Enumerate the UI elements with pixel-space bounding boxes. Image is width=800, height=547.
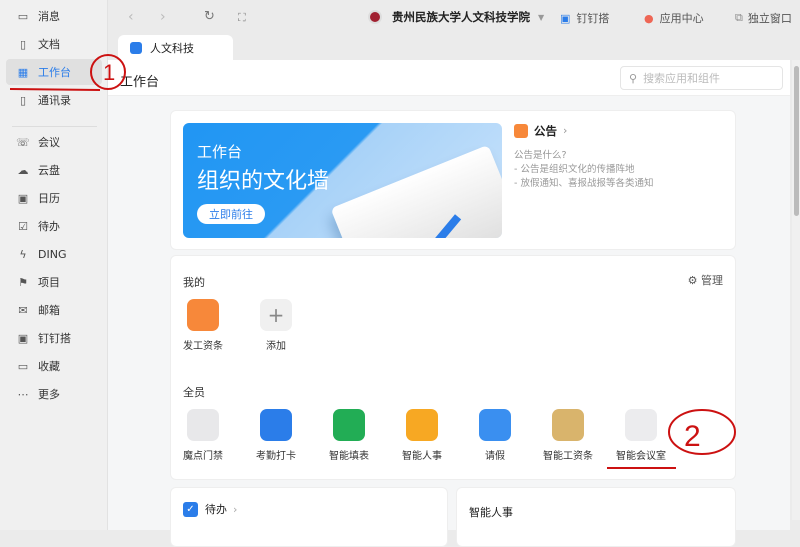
app-icon (187, 299, 219, 331)
todo-card: ✓ 待办 › (170, 487, 448, 547)
app-center-icon: ● (644, 11, 654, 25)
app-icon (260, 409, 292, 441)
page-title: 工作台 (120, 75, 160, 90)
sidebar-item-13[interactable]: ⋯ 更多 (6, 381, 102, 407)
app-all-3[interactable]: 智能人事 (382, 409, 462, 462)
sidebar-item-8[interactable]: ϟ DING (6, 241, 102, 267)
todo-header[interactable]: ✓ 待办 › (183, 501, 237, 517)
app-all-6[interactable]: 智能会议室 (601, 409, 681, 462)
app-icon (479, 409, 511, 441)
manage-button[interactable]: ⚙ 管理 (688, 272, 723, 288)
search-icon: ⚲ (629, 71, 638, 85)
back-icon[interactable]: ‹ (128, 9, 134, 25)
sidebar-item-7[interactable]: ☑ 待办 (6, 213, 102, 239)
document-icon: ▯ (19, 37, 27, 51)
sidebar-item-2[interactable]: ▦ 工作台 (6, 59, 102, 85)
sidebar-item-11[interactable]: ▣ 钉钉搭 (6, 325, 102, 351)
app-icon (552, 409, 584, 441)
top-bar: ‹ › ↻ ⛶ 贵州民族大学人文科技学院 ▼ ▣ 钉钉搭 ● 应用中心 ⧉ 独立窗口 (108, 0, 800, 35)
grid-icon: ▦ (17, 65, 29, 79)
app-icon (625, 409, 657, 441)
app-icon (406, 409, 438, 441)
megaphone-icon (514, 124, 528, 138)
dingda-link[interactable]: ▣ 钉钉搭 (560, 10, 609, 26)
culture-banner[interactable]: 工作台 组织的文化墙 立即前往 (183, 123, 502, 238)
calendar-icon: ▣ (17, 191, 29, 205)
plus-icon: + (260, 299, 292, 331)
favorite-icon: ▭ (17, 359, 29, 373)
app-mine-0[interactable]: 发工资条 (163, 299, 243, 352)
go-now-button[interactable]: 立即前往 (197, 204, 265, 224)
settings-sliders-icon: ⚙ (687, 274, 701, 287)
chevron-right-icon: › (563, 124, 568, 137)
tablet-illustration (330, 144, 502, 238)
builder-icon: ▣ (17, 331, 29, 345)
sidebar-item-6[interactable]: ▣ 日历 (6, 185, 102, 211)
notice-panel: 公告 › 公告是什么? - 公告是组织文化的传播阵地 - 放假通知、喜报战报等各类通知 (514, 123, 654, 189)
standalone-window-link[interactable]: ⧉ 独立窗口 (735, 10, 792, 26)
external-window-icon: ⧉ (735, 11, 743, 24)
sidebar: ▭ 消息 ▯ 文档 ▦ 工作台 ▯ 通讯录 ☏ 会议 ☁ 云盘 ▣ 日历 ☑ 待办 ϟ DING ⚑ 项目 ✉ 邮箱 ▣ 钉钉… (0, 0, 108, 530)
more-icon: ⋯ (17, 387, 29, 401)
org-switcher[interactable]: 贵州民族大学人文科技学院 ▼ (368, 9, 544, 25)
sidebar-item-4[interactable]: ☏ 会议 (6, 129, 102, 155)
sidebar-divider (12, 126, 97, 127)
sidebar-item-1[interactable]: ▯ 文档 (6, 31, 102, 57)
todo-icon: ☑ (18, 219, 28, 233)
refresh-icon[interactable]: ↻ (204, 9, 215, 24)
app-center-link[interactable]: ● 应用中心 (644, 10, 704, 26)
builder-icon: ▣ (560, 11, 571, 25)
sidebar-item-12[interactable]: ▭ 收藏 (6, 353, 102, 379)
app-icon (333, 409, 365, 441)
app-all-4[interactable]: 请假 (455, 409, 535, 462)
app-logo-icon (130, 42, 142, 54)
notice-header[interactable]: 公告 › (514, 123, 653, 139)
app-all-1[interactable]: 考勤打卡 (236, 409, 316, 462)
org-logo-icon (368, 10, 382, 24)
app-mine-1[interactable]: + 添加 (236, 299, 316, 352)
app-all-2[interactable]: 智能填表 (309, 409, 389, 462)
mail-icon: ✉ (18, 303, 28, 317)
scrollbar[interactable] (792, 60, 800, 520)
hr-card: 智能人事 (456, 487, 736, 547)
sidebar-item-0[interactable]: ▭ 消息 (6, 3, 102, 29)
app-all-5[interactable]: 智能工资条 (528, 409, 608, 462)
meeting-icon: ☏ (16, 135, 30, 149)
app-icon (187, 409, 219, 441)
app-all-0[interactable]: 魔点门禁 (163, 409, 243, 462)
project-icon: ⚑ (18, 275, 28, 289)
message-icon: ▭ (17, 9, 29, 23)
forward-icon[interactable]: › (160, 9, 166, 25)
fullscreen-icon[interactable]: ⛶ (238, 11, 246, 25)
apps-card: 我的 ⚙ 管理 发工资条 + 添加 全员 魔点门禁 考勤打卡 智能填表 智能人事 请假 智能工… (170, 255, 736, 480)
contacts-icon: ▯ (19, 93, 27, 107)
sidebar-item-5[interactable]: ☁ 云盘 (6, 157, 102, 183)
checkbox-icon: ✓ (183, 501, 198, 517)
banner-card: 工作台 组织的文化墙 立即前往 公告 › 公告是什么? - 公告是组织文化的传播阵地… (170, 110, 736, 250)
chevron-right-icon: › (233, 502, 238, 516)
chevron-down-icon: ▼ (538, 12, 545, 22)
sidebar-item-10[interactable]: ✉ 邮箱 (6, 297, 102, 323)
search-input[interactable]: ⚲ 搜索应用和组件 (620, 66, 783, 90)
cloud-icon: ☁ (17, 163, 29, 177)
tab-renwen[interactable]: 人文科技 (118, 35, 233, 61)
sidebar-item-9[interactable]: ⚑ 项目 (6, 269, 102, 295)
workbench-main: 工作台 ⚲ 搜索应用和组件 工作台 组织的文化墙 立即前往 公告 › 公告是什么? -… (108, 60, 790, 547)
lightning-icon: ϟ (19, 247, 27, 261)
sidebar-item-3[interactable]: ▯ 通讯录 (6, 87, 102, 113)
